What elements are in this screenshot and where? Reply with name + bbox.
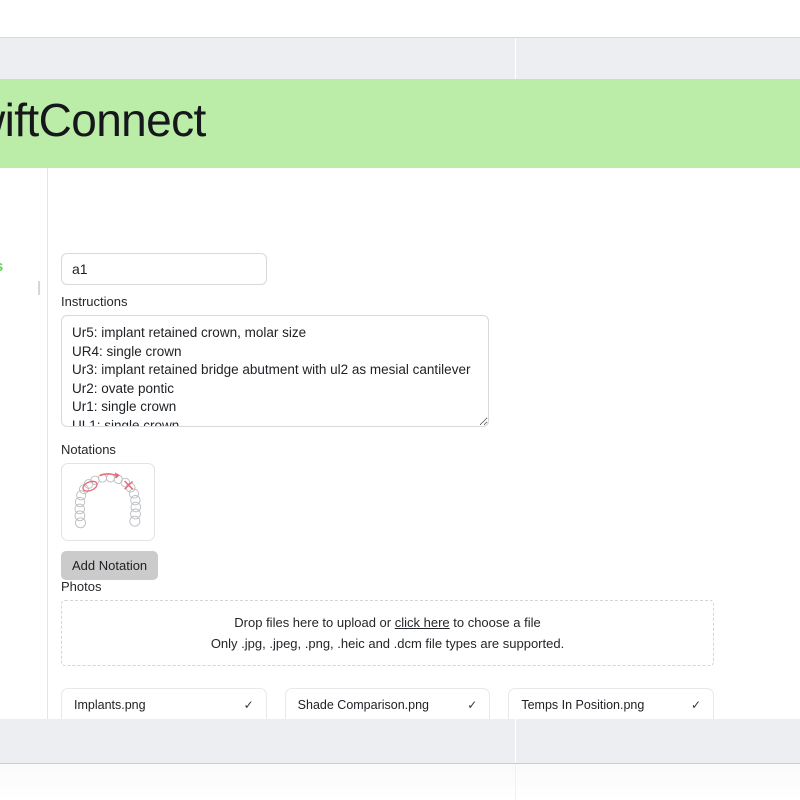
check-icon: ✓ xyxy=(690,698,702,712)
chrome-bottom-divider xyxy=(515,719,516,763)
instructions-textarea[interactable] xyxy=(61,315,489,427)
window-chrome-top xyxy=(0,37,800,79)
dropzone-text-prefix: Drop files here to upload or xyxy=(234,614,395,630)
file-card-header: Shade Comparison.png ✓ xyxy=(298,698,478,712)
check-icon: ✓ xyxy=(243,698,254,712)
shade-field-group xyxy=(61,253,267,285)
brand-banner: wiftConnect xyxy=(0,79,800,168)
uploaded-file-card[interactable]: Shade Comparison.png ✓ xyxy=(284,688,491,719)
file-card-header: Implants.png ✓ xyxy=(74,698,254,712)
chrome-base-divider xyxy=(515,764,516,800)
instructions-field-group: Instructions xyxy=(61,294,489,427)
file-card-header: Temps In Position.png ✓ xyxy=(521,698,701,712)
dropzone-primary-text: Drop files here to upload or click here … xyxy=(234,615,540,631)
file-dropzone[interactable]: Drop files here to upload or click here … xyxy=(61,600,714,666)
uploaded-files-list: Implants.png ✓ Shade Comparison.png ✓ Te… xyxy=(61,688,715,719)
choose-file-link[interactable]: click here xyxy=(395,615,450,630)
photos-field-group: Photos Drop files here to upload or clic… xyxy=(61,579,715,719)
window-chrome-bottom xyxy=(0,719,800,764)
window-chrome-base xyxy=(0,764,800,800)
shade-input[interactable] xyxy=(61,253,267,285)
add-notation-button[interactable]: Add Notation xyxy=(61,551,159,580)
dental-arch-icon xyxy=(74,472,142,529)
sidebar-item-notations[interactable]: Notations xyxy=(0,258,3,275)
screenshot-root: wiftConnect Record Notations Uploads Ins… xyxy=(0,0,800,800)
notations-label: Notations xyxy=(61,442,116,457)
file-name: Temps In Position.png xyxy=(521,698,645,712)
uploaded-file-card[interactable]: Implants.png ✓ xyxy=(61,688,267,719)
instructions-label: Instructions xyxy=(61,294,128,309)
dropzone-hint-text: Only .jpg, .jpeg, .png, .heic and .dcm f… xyxy=(210,635,565,651)
uploaded-file-card[interactable]: Temps In Position.png ✓ xyxy=(508,688,715,719)
check-icon: ✓ xyxy=(467,698,478,712)
app-viewport: wiftConnect Record Notations Uploads Ins… xyxy=(0,79,800,719)
notations-field-group: Notations Add Notation xyxy=(61,442,159,580)
brand-title: wiftConnect xyxy=(0,94,206,146)
photos-label: Photos xyxy=(61,579,102,594)
chrome-top-divider xyxy=(515,38,516,79)
notation-thumbnail[interactable] xyxy=(61,463,155,541)
file-name: Implants.png xyxy=(74,698,146,712)
sidebar-active-marker xyxy=(38,281,40,295)
dropzone-text-suffix: to choose a file xyxy=(449,614,541,630)
file-name: Shade Comparison.png xyxy=(297,698,430,712)
sidebar: Record Notations Uploads xyxy=(0,168,48,719)
